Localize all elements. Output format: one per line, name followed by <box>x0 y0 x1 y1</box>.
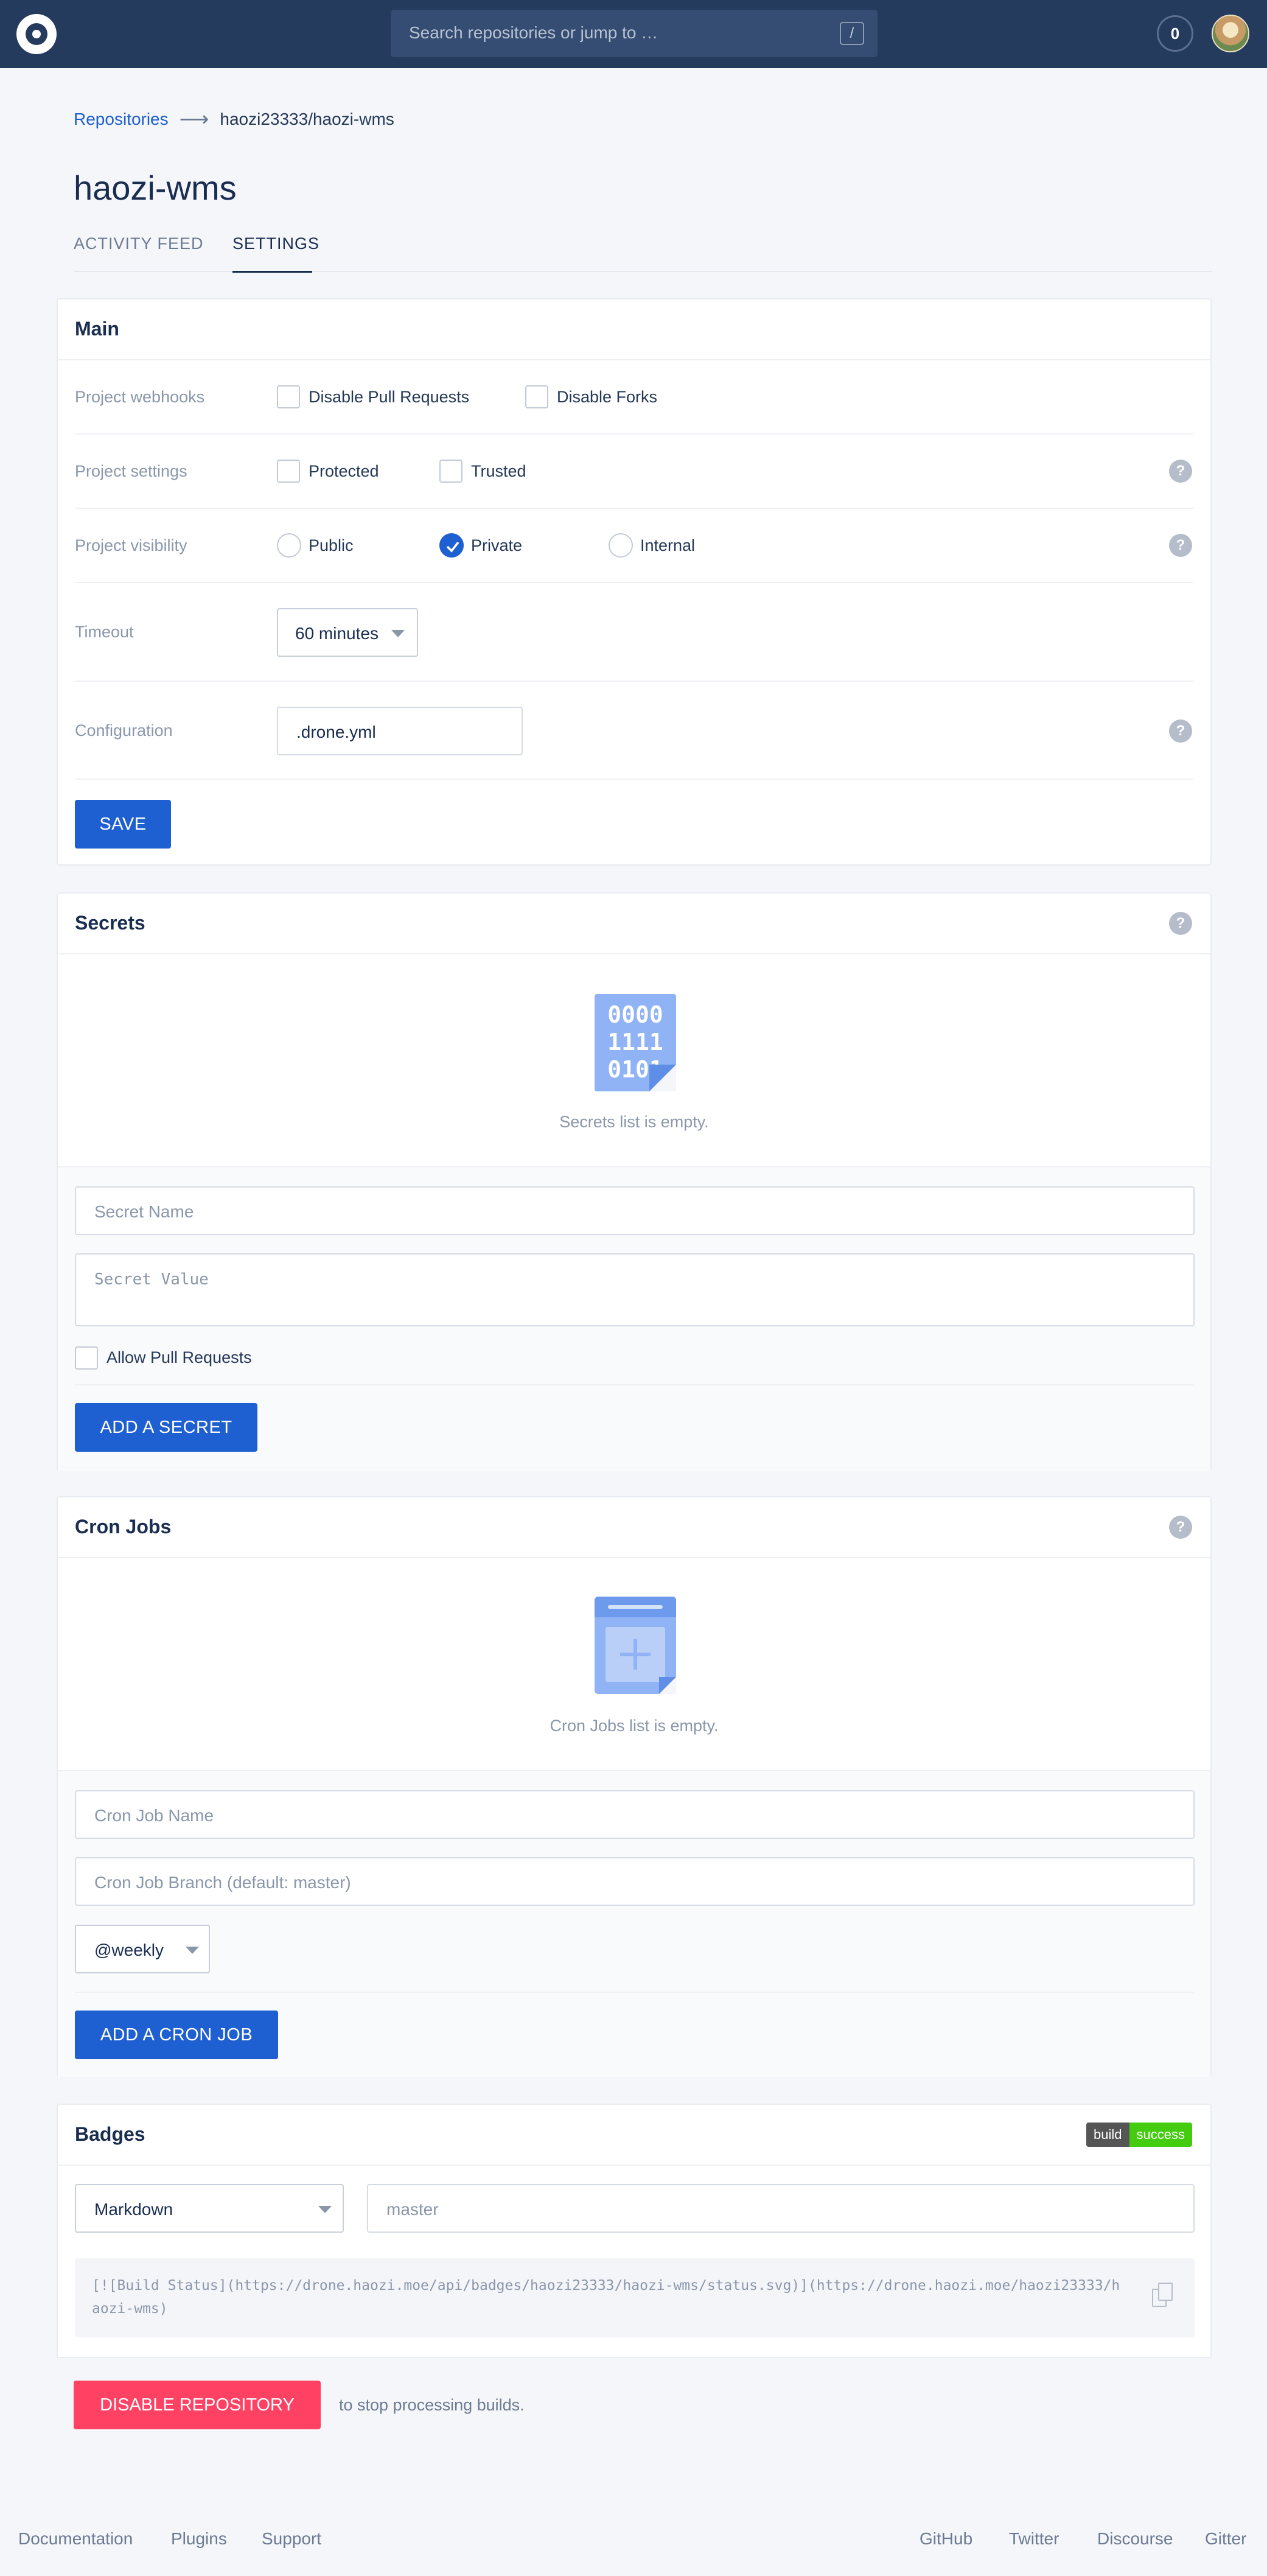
secrets-card-title: Secrets <box>75 912 145 934</box>
add-cron-job-button[interactable]: ADD A CRON JOB <box>75 2011 278 2059</box>
badge-branch-input[interactable]: master <box>367 2184 1195 2233</box>
secret-name-input[interactable]: Secret Name <box>75 1186 1195 1235</box>
badge-branch-placeholder: master <box>386 2200 439 2219</box>
chevron-down-icon <box>391 630 405 637</box>
badge-format-value: Markdown <box>94 2200 173 2219</box>
configuration-value: .drone.yml <box>296 723 376 741</box>
page-title: haozi-wms <box>74 169 237 207</box>
visibility-internal-label: Internal <box>640 536 696 555</box>
cron-job-branch-placeholder: Cron Job Branch (default: master) <box>94 1873 351 1892</box>
project-settings-label: Project settings <box>75 462 187 480</box>
badge-format-select[interactable]: Markdown <box>75 2184 344 2233</box>
help-icon[interactable]: ? <box>1169 912 1192 935</box>
cron-schedule-value: @weekly <box>94 1941 164 1959</box>
trusted-label: Trusted <box>471 462 526 480</box>
badges-card: Badges build success Markdown master [![… <box>57 2104 1212 2358</box>
build-status-badge: build success <box>1086 2123 1192 2147</box>
footer-link-plugins[interactable]: Plugins <box>171 2529 227 2549</box>
breadcrumb: Repositories ⟶ haozi23333/haozi-wms <box>74 107 394 131</box>
project-webhooks-label: Project webhooks <box>75 388 205 406</box>
cron-schedule-select[interactable]: @weekly <box>75 1925 210 1973</box>
badge-status: success <box>1129 2123 1192 2147</box>
project-visibility-label: Project visibility <box>75 536 187 555</box>
check-icon <box>446 541 459 553</box>
configuration-label: Configuration <box>75 721 173 740</box>
disable-repository-note: to stop processing builds. <box>339 2396 525 2414</box>
disable-pull-requests-label: Disable Pull Requests <box>309 388 470 406</box>
badge-code-box[interactable]: [![Build Status](https://drone.haozi.moe… <box>75 2258 1195 2337</box>
disable-pull-requests-checkbox[interactable] <box>277 385 300 408</box>
add-secret-button[interactable]: ADD A SECRET <box>75 1403 257 1452</box>
disable-forks-label: Disable Forks <box>557 388 658 406</box>
calendar-add-icon <box>595 1597 676 1694</box>
breadcrumb-repositories-link[interactable]: Repositories <box>74 110 169 128</box>
help-icon[interactable]: ? <box>1169 534 1192 557</box>
timeout-label: Timeout <box>75 623 134 641</box>
search-input[interactable]: Search repositories or jump to … / <box>391 10 878 57</box>
visibility-internal-radio[interactable] <box>609 533 633 558</box>
cron-job-name-placeholder: Cron Job Name <box>94 1806 214 1825</box>
footer-link-discourse[interactable]: Discourse <box>1097 2529 1173 2549</box>
visibility-public-label: Public <box>309 536 354 555</box>
save-button[interactable]: SAVE <box>75 800 171 849</box>
timeout-select[interactable]: 60 minutes <box>277 608 418 657</box>
main-settings-card: Main Project webhooks Disable Pull Reque… <box>57 298 1212 866</box>
main-card-title: Main <box>75 318 119 340</box>
footer-link-gitter[interactable]: Gitter <box>1205 2529 1246 2549</box>
help-icon[interactable]: ? <box>1169 460 1192 483</box>
protected-checkbox[interactable] <box>277 460 300 483</box>
notification-count-button[interactable]: 0 <box>1157 15 1193 52</box>
badges-card-title: Badges <box>75 2123 145 2145</box>
disable-forks-checkbox[interactable] <box>525 385 548 408</box>
chevron-down-icon <box>186 1947 199 1954</box>
breadcrumb-current: haozi23333/haozi-wms <box>220 110 394 128</box>
badge-label: build <box>1086 2123 1129 2147</box>
search-placeholder: Search repositories or jump to … <box>409 23 658 42</box>
help-icon[interactable]: ? <box>1169 1516 1192 1539</box>
top-navbar: Search repositories or jump to … / 0 <box>0 0 1267 68</box>
secret-value-placeholder: Secret Value <box>94 1270 209 1289</box>
tab-activity-feed[interactable]: ACTIVITY FEED <box>74 234 204 253</box>
timeout-value: 60 minutes <box>295 624 379 643</box>
help-icon[interactable]: ? <box>1169 719 1192 743</box>
cron-jobs-empty-text: Cron Jobs list is empty. <box>550 1717 719 1735</box>
secret-value-textarea[interactable]: Secret Value <box>75 1253 1195 1326</box>
secrets-card: Secrets ? 0000 1111 0101 Secrets list is… <box>57 892 1212 1471</box>
configuration-input[interactable]: .drone.yml <box>277 707 523 755</box>
footer-link-documentation[interactable]: Documentation <box>18 2529 133 2549</box>
secret-name-placeholder: Secret Name <box>94 1202 194 1221</box>
visibility-public-radio[interactable] <box>277 533 301 558</box>
cron-job-branch-input[interactable]: Cron Job Branch (default: master) <box>75 1857 1195 1906</box>
search-shortcut-hint: / <box>840 22 864 45</box>
footer-link-twitter[interactable]: Twitter <box>1009 2529 1059 2549</box>
arrow-right-icon: ⟶ <box>179 108 209 131</box>
avatar[interactable] <box>1212 15 1249 52</box>
footer-link-support[interactable]: Support <box>262 2529 321 2549</box>
copy-icon[interactable] <box>1152 2283 1173 2308</box>
binary-file-icon: 0000 1111 0101 <box>595 994 676 1091</box>
cron-jobs-card-title: Cron Jobs <box>75 1516 172 1538</box>
active-tab-indicator <box>232 271 312 273</box>
footer-link-github[interactable]: GitHub <box>920 2529 972 2549</box>
protected-label: Protected <box>309 462 379 480</box>
tab-settings[interactable]: SETTINGS <box>232 234 319 253</box>
disable-repository-button[interactable]: DISABLE REPOSITORY <box>74 2381 321 2429</box>
repo-tabs: ACTIVITY FEED SETTINGS <box>74 234 1212 273</box>
drone-logo-icon[interactable] <box>16 14 57 54</box>
chevron-down-icon <box>318 2206 332 2213</box>
secrets-empty-text: Secrets list is empty. <box>559 1113 709 1131</box>
badge-markdown-code: [![Build Status](https://drone.haozi.moe… <box>92 2278 1120 2317</box>
cron-jobs-card: Cron Jobs ? Cron Jobs list is empty. Cro… <box>57 1496 1212 2077</box>
allow-pull-requests-checkbox[interactable] <box>75 1346 98 1370</box>
allow-pull-requests-label: Allow Pull Requests <box>106 1348 252 1367</box>
cron-job-name-input[interactable]: Cron Job Name <box>75 1790 1195 1839</box>
trusted-checkbox[interactable] <box>439 460 462 483</box>
visibility-private-radio[interactable] <box>439 533 464 558</box>
visibility-private-label: Private <box>471 536 523 555</box>
